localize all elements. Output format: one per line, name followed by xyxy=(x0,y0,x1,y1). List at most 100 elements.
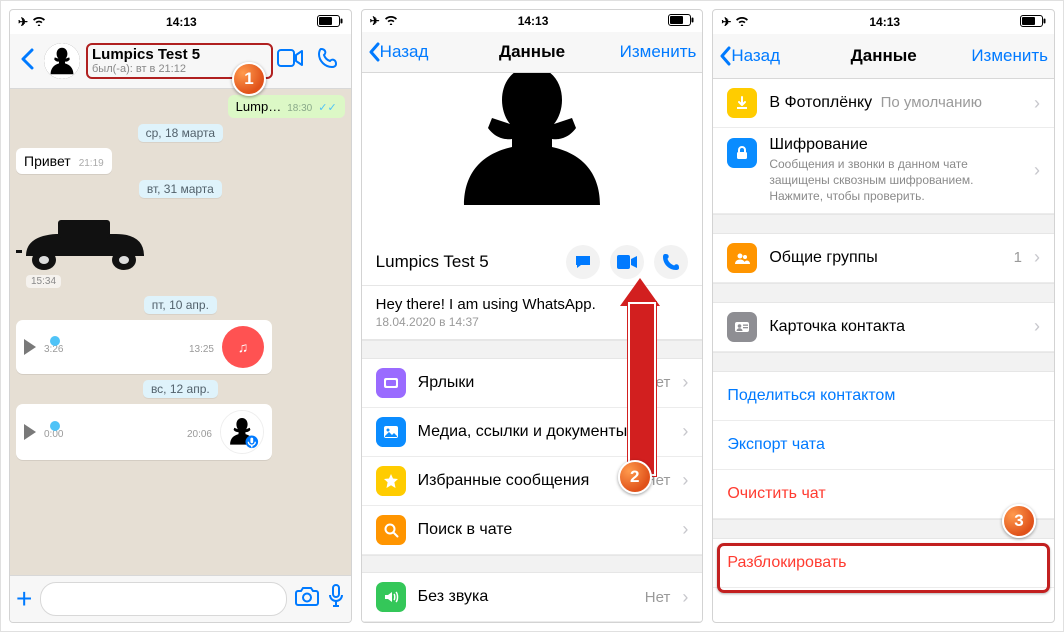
row-label: Медиа, ссылки и документы xyxy=(418,423,671,441)
row-contact-card[interactable]: Карточка контакта › xyxy=(713,303,1054,352)
voice-call-icon[interactable] xyxy=(654,245,688,279)
profile-photo[interactable] xyxy=(362,73,703,236)
chevron-right-icon: › xyxy=(682,421,688,442)
chevron-right-icon: › xyxy=(1034,247,1040,268)
status-text: Hey there! I am using WhatsApp. xyxy=(376,296,689,313)
row-search[interactable]: Поиск в чате› xyxy=(362,506,703,555)
row-value: По умолчанию xyxy=(881,94,982,111)
play-icon[interactable] xyxy=(24,339,36,355)
groups-icon xyxy=(727,243,757,273)
edit-button[interactable]: Изменить xyxy=(620,42,697,62)
row-share-contact[interactable]: Поделиться контактом xyxy=(713,372,1054,421)
chevron-right-icon: › xyxy=(1034,93,1040,114)
chevron-right-icon: › xyxy=(1034,160,1040,181)
back-button[interactable]: Назад xyxy=(368,42,429,62)
battery-icon xyxy=(668,14,694,29)
download-icon xyxy=(727,88,757,118)
status-date: 18.04.2020 в 14:37 xyxy=(376,315,689,329)
screenshot-profile-bottom: ✈︎ 14:13 Назад Данные Изменить В Фотоплё… xyxy=(712,9,1055,623)
row-shortcuts[interactable]: ЯрлыкиНет› xyxy=(362,359,703,408)
row-unblock[interactable]: Разблокировать xyxy=(713,539,1054,588)
message-icon[interactable] xyxy=(566,245,600,279)
edit-button[interactable]: Изменить xyxy=(971,46,1048,66)
status-block[interactable]: Hey there! I am using WhatsApp. 18.04.20… xyxy=(362,286,703,340)
row-mute[interactable]: Без звукаНет› xyxy=(362,573,703,622)
attach-button[interactable]: + xyxy=(16,583,32,615)
date-chip: вт, 31 марта xyxy=(139,180,222,198)
airplane-icon: ✈︎ xyxy=(18,15,28,29)
back-button[interactable]: Назад xyxy=(719,46,780,66)
chat-body[interactable]: Lump…18:30✓✓ ср, 18 марта Привет21:19 вт… xyxy=(10,89,351,575)
airplane-icon: ✈︎ xyxy=(370,14,380,28)
battery-icon xyxy=(1020,15,1046,30)
row-camera-roll[interactable]: В Фотоплёнку По умолчанию › xyxy=(713,79,1054,128)
contact-last-seen: был(-а): вт в 21:12 xyxy=(92,63,267,76)
status-time: 14:13 xyxy=(749,15,1020,29)
profile-name: Lumpics Test 5 xyxy=(376,252,557,272)
voice-call-icon[interactable] xyxy=(317,47,339,75)
voice-time-end: 20:06 xyxy=(187,429,212,440)
row-export-chat[interactable]: Экспорт чата xyxy=(713,421,1054,470)
navbar: Назад Данные Изменить xyxy=(362,32,703,73)
status-bar: ✈︎ 14:13 xyxy=(10,10,351,34)
row-clear-chat[interactable]: Очистить чат xyxy=(713,470,1054,519)
lock-icon xyxy=(727,138,757,168)
row-starred[interactable]: Избранные сообщения Нет › xyxy=(362,457,703,506)
date-chip: вс, 12 апр. xyxy=(143,380,218,398)
sticker[interactable] xyxy=(16,206,156,273)
chevron-right-icon: › xyxy=(682,470,688,491)
row-label: Карточка контакта xyxy=(769,318,1022,336)
row-description: Сообщения и звонки в данном чате защищен… xyxy=(769,156,1022,205)
chevron-right-icon: › xyxy=(1034,316,1040,337)
back-label: Назад xyxy=(731,46,780,66)
chat-header: Lumpics Test 5 был(-а): вт в 21:12 xyxy=(10,34,351,89)
avatar[interactable] xyxy=(44,43,80,79)
play-icon[interactable] xyxy=(24,424,36,440)
chevron-right-icon: › xyxy=(682,519,688,540)
video-call-icon[interactable] xyxy=(610,245,644,279)
row-label: В Фотоплёнку xyxy=(769,94,872,111)
back-button[interactable] xyxy=(16,46,38,77)
camera-icon[interactable] xyxy=(295,586,319,612)
voice-message[interactable]: 0:0020:06 xyxy=(16,404,272,460)
row-groups[interactable]: Общие группы1› xyxy=(713,234,1054,283)
chevron-right-icon: › xyxy=(682,372,688,393)
voice-time-end: 13:25 xyxy=(189,344,214,355)
media-icon xyxy=(376,417,406,447)
row-label: Экспорт чата xyxy=(727,436,1040,454)
row-label: Избранные сообщения xyxy=(418,472,633,490)
screenshot-chat: ✈︎ 14:13 Lumpics Test 5 был(-а): вт в 21… xyxy=(9,9,352,623)
message-time: 18:30 xyxy=(287,103,312,114)
row-value: Нет xyxy=(645,589,671,606)
shortcuts-icon xyxy=(376,368,406,398)
speaker-icon xyxy=(376,582,406,612)
row-label: Разблокировать xyxy=(727,554,1040,572)
mic-icon[interactable] xyxy=(327,584,345,614)
read-ticks-icon: ✓✓ xyxy=(318,101,336,114)
row-value: Нет xyxy=(645,472,671,489)
contact-title-block[interactable]: Lumpics Test 5 был(-а): вт в 21:12 xyxy=(86,43,273,79)
row-media[interactable]: Медиа, ссылки и документы › xyxy=(362,408,703,457)
row-label: Поделиться контактом xyxy=(727,387,1040,405)
date-chip: пт, 10 апр. xyxy=(144,296,217,314)
input-bar: + xyxy=(10,575,351,622)
airplane-icon: ✈︎ xyxy=(721,15,731,29)
chevron-right-icon: › xyxy=(682,587,688,608)
video-call-icon[interactable] xyxy=(277,47,303,75)
row-label: Очистить чат xyxy=(727,485,1040,503)
wifi-icon xyxy=(32,15,46,29)
message-text: Привет xyxy=(24,153,71,169)
voice-message[interactable]: 3:2613:25 ♫ xyxy=(16,320,272,374)
search-icon xyxy=(376,515,406,545)
navbar: Назад Данные Изменить xyxy=(713,34,1054,79)
message-input[interactable] xyxy=(40,582,286,616)
contact-name: Lumpics Test 5 xyxy=(92,46,267,63)
voice-avatar xyxy=(220,410,264,454)
message-in[interactable]: Привет21:19 xyxy=(16,148,112,174)
back-label: Назад xyxy=(380,42,429,62)
message-out[interactable]: Lump…18:30✓✓ xyxy=(228,95,345,118)
status-bar: ✈︎ 14:13 xyxy=(362,10,703,32)
star-icon xyxy=(376,466,406,496)
row-label: Общие группы xyxy=(769,249,1001,267)
row-encryption[interactable]: ШифрованиеСообщения и звонки в данном ча… xyxy=(713,128,1054,214)
